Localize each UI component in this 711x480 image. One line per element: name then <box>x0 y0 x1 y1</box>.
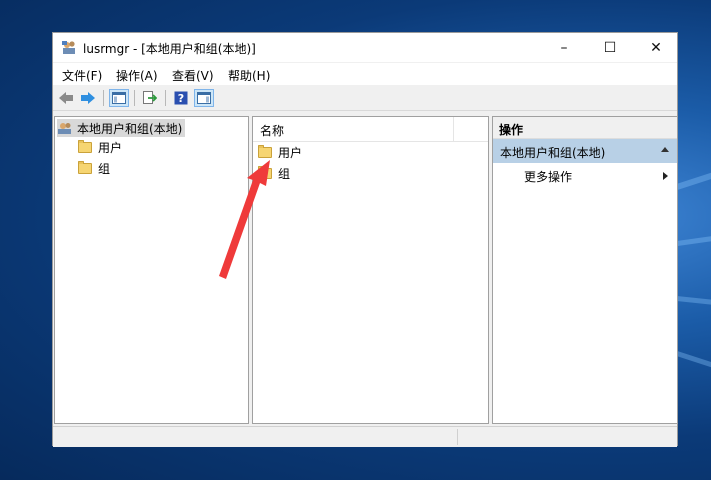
show-hide-action-pane-icon <box>197 92 211 104</box>
submenu-arrow-icon <box>663 172 668 180</box>
toolbar: ? <box>53 86 677 111</box>
tree-item-users[interactable]: 用户 <box>78 138 122 156</box>
menu-help[interactable]: 帮助(H) <box>228 67 270 84</box>
folder-icon <box>78 160 92 174</box>
menu-bar: 文件(F) 操作(A) 查看(V) 帮助(H) <box>53 63 677 85</box>
title-bar[interactable]: lusrmgr - [本地用户和组(本地)] – ☐ ✕ <box>53 33 677 62</box>
maximize-button[interactable]: ☐ <box>587 33 633 62</box>
mmc-window: lusrmgr - [本地用户和组(本地)] – ☐ ✕ 文件(F) 操作(A)… <box>52 32 678 447</box>
maximize-icon: ☐ <box>603 39 617 56</box>
actions-pane: 操作 本地用户和组(本地) 更多操作 <box>492 116 678 424</box>
help-button[interactable]: ? <box>171 89 191 107</box>
toolbar-separator <box>134 90 135 106</box>
status-segment <box>457 429 458 445</box>
list-item-users[interactable]: 用户 <box>258 143 302 161</box>
close-button[interactable]: ✕ <box>633 33 679 62</box>
export-list-icon <box>143 91 157 104</box>
tree-item-label: 组 <box>98 161 111 176</box>
back-button[interactable] <box>56 89 76 107</box>
folder-icon <box>78 139 92 153</box>
folder-icon <box>258 144 272 158</box>
folder-icon <box>258 165 272 179</box>
users-app-icon <box>62 41 75 54</box>
tree-item-label: 用户 <box>98 140 123 155</box>
result-list-pane: 名称 用户 组 <box>252 116 489 424</box>
list-item-label: 用户 <box>278 145 303 160</box>
tree-item-groups[interactable]: 组 <box>78 159 110 177</box>
list-item-groups[interactable]: 组 <box>258 164 290 182</box>
svg-text:?: ? <box>178 92 184 105</box>
actions-section-local-users-groups[interactable]: 本地用户和组(本地) <box>493 139 677 163</box>
help-icon: ? <box>174 91 188 105</box>
menu-action[interactable]: 操作(A) <box>116 67 158 84</box>
show-hide-action-pane-button[interactable] <box>194 89 214 107</box>
console-tree-pane: 本地用户和组(本地) 用户 组 <box>54 116 249 424</box>
column-divider[interactable] <box>453 117 454 141</box>
back-arrow-icon <box>59 92 73 104</box>
menu-file[interactable]: 文件(F) <box>62 67 102 84</box>
menu-view[interactable]: 查看(V) <box>172 67 214 84</box>
window-title: lusrmgr - [本地用户和组(本地)] <box>83 42 256 56</box>
minimize-icon: – <box>560 39 568 56</box>
actions-section-label: 本地用户和组(本地) <box>500 146 606 160</box>
toolbar-separator <box>103 90 104 106</box>
actions-header: 操作 <box>493 117 677 139</box>
more-actions-item[interactable]: 更多操作 <box>524 168 572 185</box>
column-name-label: 名称 <box>260 124 285 138</box>
status-bar <box>53 426 677 447</box>
collapse-caret-icon[interactable] <box>661 147 669 152</box>
minimize-button[interactable]: – <box>541 33 587 62</box>
local-users-groups-icon <box>58 123 71 134</box>
close-icon: ✕ <box>650 39 662 56</box>
export-list-button[interactable] <box>140 89 160 107</box>
show-hide-console-tree-button[interactable] <box>109 89 129 107</box>
tree-root-node[interactable]: 本地用户和组(本地) <box>57 119 186 137</box>
forward-arrow-icon <box>81 92 95 104</box>
show-hide-console-tree-icon <box>112 92 126 104</box>
forward-button[interactable] <box>78 89 98 107</box>
tree-root-label: 本地用户和组(本地) <box>77 121 183 136</box>
toolbar-separator <box>165 90 166 106</box>
list-item-label: 组 <box>278 166 291 181</box>
list-column-header[interactable]: 名称 <box>253 117 488 142</box>
